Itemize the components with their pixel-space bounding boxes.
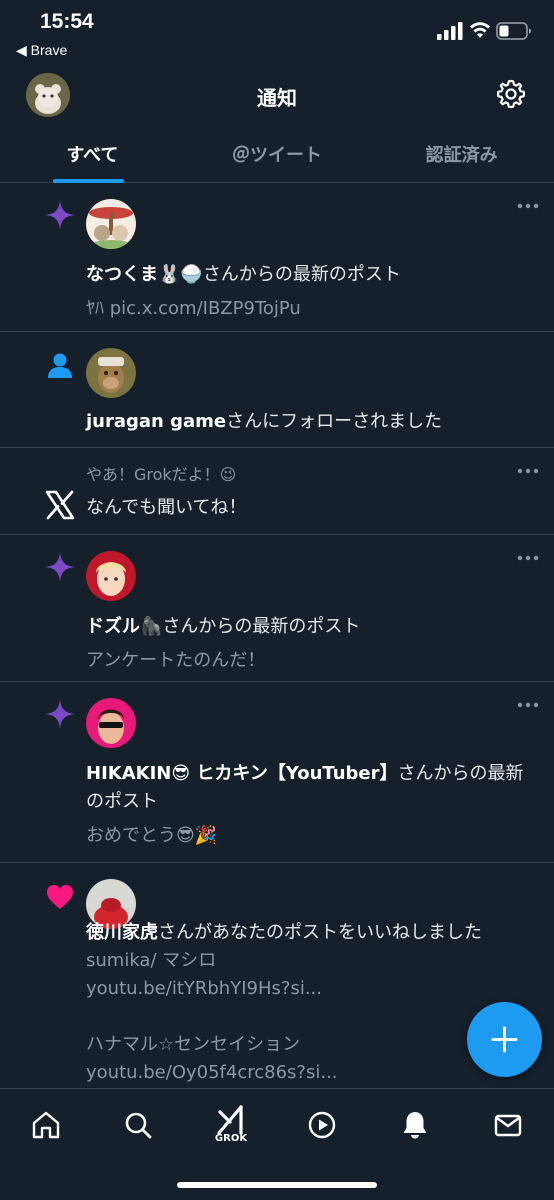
notification-message: さんがあなたのポストをいいねしました — [158, 922, 482, 943]
gear-icon[interactable] — [495, 78, 527, 110]
status-bar: 15:54 ◀ Brave — [0, 0, 554, 68]
avatar-illustration-icon — [86, 199, 136, 249]
post-preview: おめでとう😎🎉 — [86, 825, 218, 846]
ape-avatar-icon — [86, 348, 136, 398]
header: 通知 — [0, 68, 554, 124]
cellular-signal-icon — [437, 22, 463, 40]
more-options-icon[interactable] — [516, 553, 540, 563]
tab-verified[interactable]: 認証済み — [369, 124, 554, 182]
bell-icon — [403, 1112, 427, 1139]
sparkle-icon — [45, 200, 75, 230]
user-name[interactable]: 徳川家虎 — [86, 922, 158, 943]
post-preview-link: youtu.be/Oy05f4crc86s?si... — [86, 1062, 338, 1083]
user-name[interactable]: なつくま🐰🍚 — [86, 264, 203, 285]
play-icon — [308, 1111, 336, 1139]
post-preview-link: youtu.be/itYRbhYI9Hs?si... — [86, 978, 322, 999]
nav-notifications[interactable] — [393, 1105, 437, 1145]
nav-search[interactable] — [116, 1105, 160, 1145]
sparkle-icon — [45, 699, 75, 729]
nav-home[interactable] — [24, 1105, 68, 1145]
user-name[interactable]: juragan game — [86, 411, 226, 432]
notification-text: なつくま🐰🍚さんからの最新のポスト — [86, 261, 532, 289]
user-name[interactable]: ドズル🦍 — [86, 616, 162, 637]
tab-mentions[interactable]: ＠ツイート — [185, 124, 370, 182]
avatar-photo-icon — [86, 698, 136, 748]
avatar-illustration-icon — [86, 551, 136, 601]
tab-all[interactable]: すべて — [0, 124, 185, 183]
notification-feed[interactable]: なつくま🐰🍚さんからの最新のポスト ﾔﾊ pic.x.com/IBZP9TojP… — [0, 183, 554, 1088]
avatar[interactable] — [86, 551, 136, 601]
notification-text: ドズル🦍さんからの最新のポスト — [86, 613, 532, 641]
post-preview-line: ハナマル☆センセイション — [86, 1034, 301, 1055]
person-icon — [48, 353, 72, 378]
tab-all-label: すべて — [66, 145, 119, 166]
search-icon — [125, 1112, 152, 1139]
avatar[interactable] — [86, 348, 136, 398]
post-preview: ﾔﾊ pic.x.com/IBZP9TojPu — [86, 298, 301, 319]
grok-label: GROK — [214, 1133, 248, 1144]
avatar[interactable] — [86, 698, 136, 748]
notification-item[interactable]: やあ！Grokだよ！😉 なんでも聞いてね！ — [0, 448, 554, 535]
notification-text: 徳川家虎さんがあなたのポストをいいねしました — [86, 919, 532, 947]
x-logo-icon — [45, 490, 75, 520]
grok-icon — [217, 1105, 243, 1135]
tab-mentions-label: ＠ツイート — [232, 145, 322, 166]
plus-icon — [491, 1026, 518, 1053]
notification-item[interactable]: HIKAKIN😎 ヒカキン【YouTuber】さんからの最新のポスト おめでとう… — [0, 682, 554, 863]
notification-message: さんからの最新のポスト — [162, 616, 361, 637]
nav-messages[interactable] — [486, 1105, 530, 1145]
battery-icon — [496, 22, 531, 40]
more-options-icon[interactable] — [516, 700, 540, 710]
compose-post-button[interactable] — [467, 1002, 542, 1077]
sparkle-icon — [45, 552, 75, 582]
more-options-icon[interactable] — [516, 201, 540, 211]
grok-greeting: やあ！Grokだよ！😉 — [86, 465, 237, 484]
back-to-app-link[interactable]: ◀ Brave — [16, 42, 67, 59]
notification-text: HIKAKIN😎 ヒカキン【YouTuber】さんからの最新のポスト — [86, 760, 532, 816]
heart-icon — [47, 885, 73, 909]
post-preview-line: sumika/ マシロ — [86, 950, 217, 971]
page-title: 通知 — [257, 86, 297, 110]
notification-message: さんからの最新のポスト — [202, 264, 401, 285]
status-time: 15:54 — [40, 10, 94, 33]
tab-verified-label: 認証済み — [425, 145, 498, 166]
nav-video[interactable] — [300, 1105, 344, 1145]
notification-item[interactable]: なつくま🐰🍚さんからの最新のポスト ﾔﾊ pic.x.com/IBZP9TojP… — [0, 183, 554, 332]
mail-icon — [494, 1114, 522, 1137]
notification-text: juragan gameさんにフォローされました — [86, 408, 532, 436]
notification-item[interactable]: ドズル🦍さんからの最新のポスト アンケートたのんだ！ — [0, 535, 554, 682]
home-icon — [32, 1111, 60, 1139]
home-indicator — [177, 1182, 377, 1188]
wifi-icon — [470, 22, 490, 38]
notification-message: なんでも聞いてね！ — [86, 497, 247, 518]
avatar[interactable] — [86, 199, 136, 249]
user-name[interactable]: HIKAKIN😎 ヒカキン【YouTuber】 — [86, 763, 398, 784]
notification-tabs: すべて ＠ツイート 認証済み — [0, 124, 554, 183]
notification-message: さんにフォローされました — [226, 411, 443, 432]
post-preview: アンケートたのんだ！ — [86, 650, 266, 671]
notification-item[interactable]: juragan gameさんにフォローされました — [0, 332, 554, 448]
